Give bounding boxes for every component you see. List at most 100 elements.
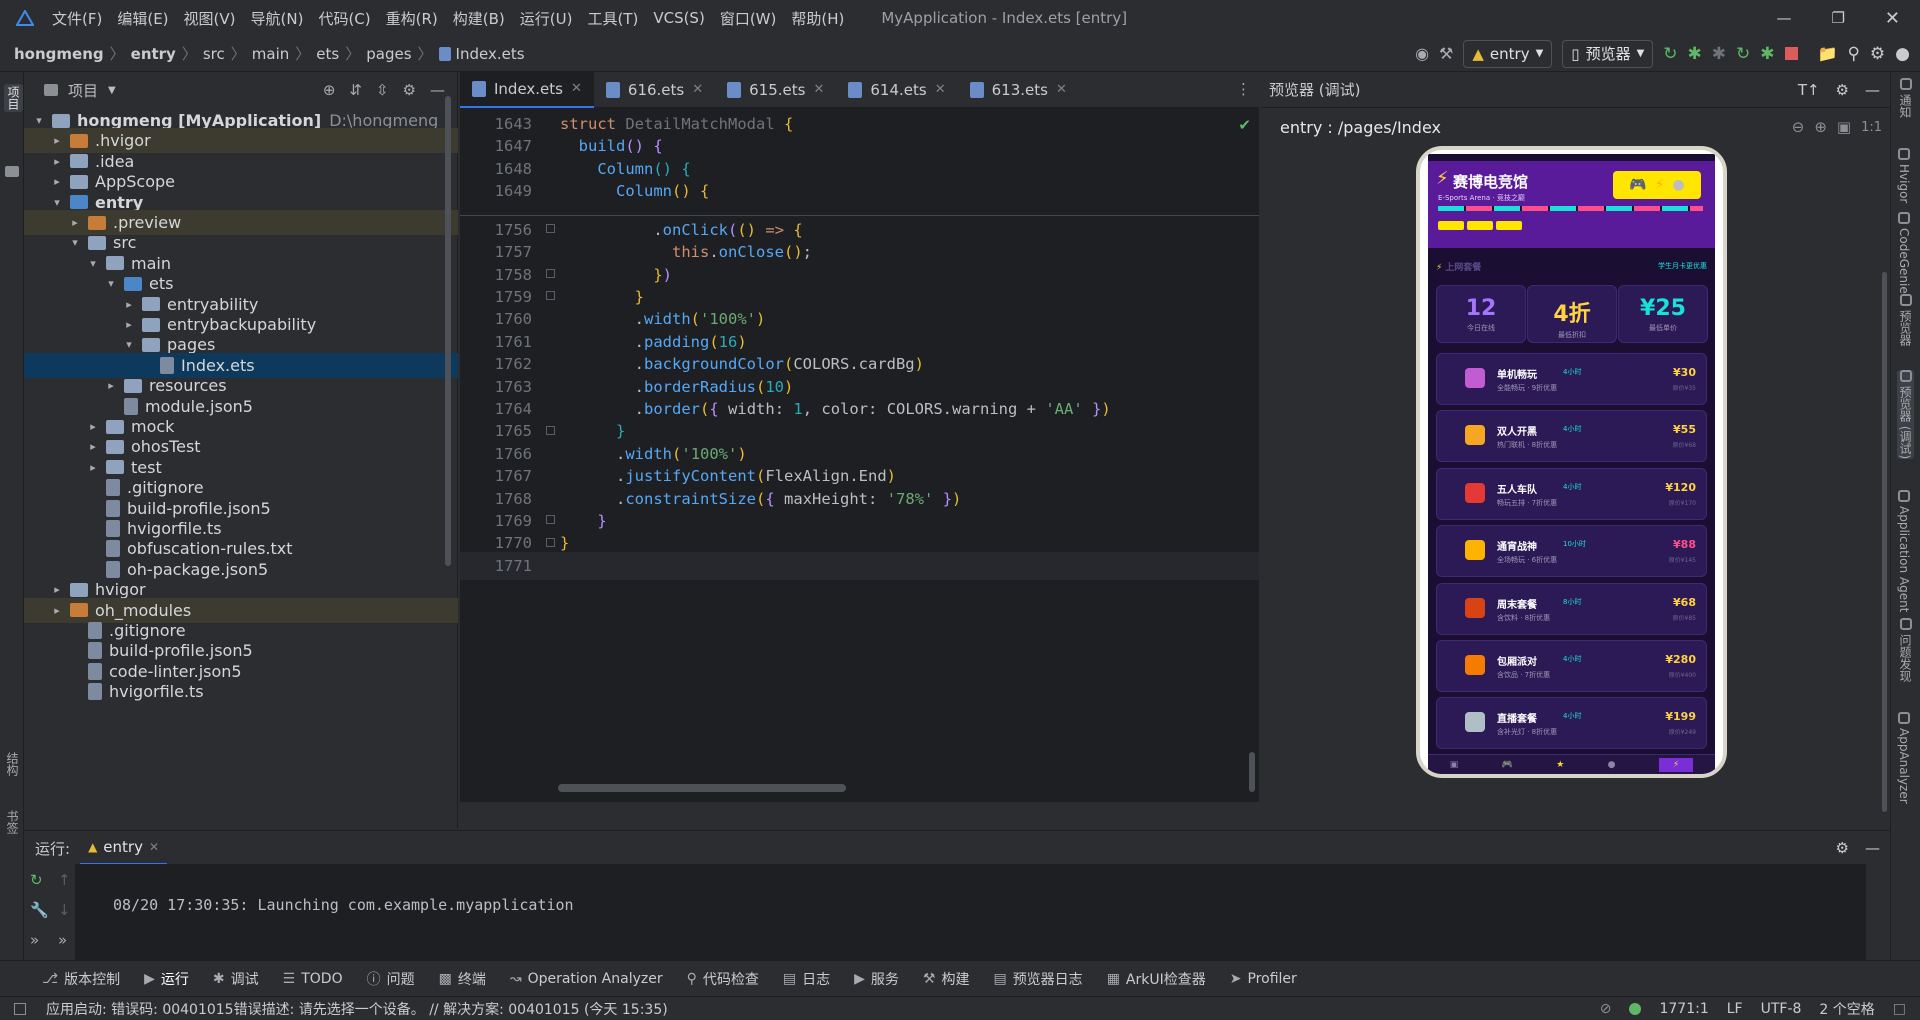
attach-icon[interactable]: ✱	[1712, 44, 1726, 64]
fold-marker-icon[interactable]	[546, 291, 555, 301]
breadcrumb-item[interactable]: main	[252, 45, 289, 63]
scroll-up-icon[interactable]: ↑	[58, 871, 71, 889]
bookmarks-tool-button[interactable]: 书签	[4, 810, 21, 834]
menu-item[interactable]: 导航(N)	[251, 8, 304, 29]
right-tool-button[interactable]: 通知	[1897, 78, 1914, 118]
menu-item[interactable]: 代码(C)	[318, 8, 370, 29]
close-tab-icon[interactable]: ✕	[149, 840, 159, 854]
chevron-down-icon[interactable]: ▾	[122, 338, 136, 351]
chevron-right-icon[interactable]: ▸	[122, 318, 136, 331]
right-tool-button[interactable]: 问题发现	[1897, 618, 1914, 682]
chevron-right-icon[interactable]: ▸	[86, 440, 100, 453]
bottom-tool-10[interactable]: ⚒ 构建	[923, 969, 970, 989]
folder-icon[interactable]: 📁	[1818, 44, 1838, 63]
bottom-tool-13[interactable]: ➤ Profiler	[1230, 971, 1297, 987]
breadcrumb-item[interactable]: pages	[366, 45, 411, 63]
fold-marker-icon[interactable]	[546, 425, 555, 435]
bottom-tool-2[interactable]: ✱ 调试	[213, 969, 259, 989]
bottom-tool-5[interactable]: ▩ 终端	[439, 969, 486, 989]
more-icon[interactable]: »	[58, 931, 71, 949]
editor-vscrollbar[interactable]	[1249, 752, 1255, 792]
zoom-out-icon[interactable]: ⊖	[1792, 118, 1805, 136]
bottom-tool-8[interactable]: ▤ 日志	[783, 969, 830, 989]
scroll-down-icon[interactable]: ↓	[58, 901, 71, 919]
menu-item[interactable]: 窗口(W)	[720, 8, 777, 29]
tab-613-ets[interactable]: 613.ets ✕	[958, 72, 1079, 108]
chevron-down-icon[interactable]: ▾	[68, 236, 82, 249]
stop-icon[interactable]	[1784, 47, 1798, 60]
reload-icon[interactable]: ↻	[1736, 44, 1750, 64]
menu-item[interactable]: 编辑(E)	[117, 8, 168, 29]
breadcrumb-item[interactable]: hongmeng	[14, 45, 104, 63]
package-card[interactable]: 直播套餐 4小时 含补光灯 · 8折优惠 ¥199 原价¥249	[1436, 697, 1707, 750]
chevron-right-icon[interactable]: ▸	[104, 379, 118, 392]
chevron-right-icon[interactable]: ▸	[86, 420, 100, 433]
search-icon[interactable]: ⚲	[1847, 44, 1859, 64]
cursor-position[interactable]: 1771:1	[1659, 1001, 1708, 1017]
breadcrumb-item[interactable]: entry	[131, 45, 176, 63]
chevron-right-icon[interactable]: ▸	[50, 155, 64, 168]
line-separator[interactable]: LF	[1727, 1001, 1743, 1017]
zoom-in-icon[interactable]: ⊕	[1814, 118, 1827, 136]
bottom-tool-9[interactable]: ▶ 服务	[854, 969, 899, 989]
status-toggle-icon[interactable]	[14, 1002, 26, 1015]
right-tool-button[interactable]: 预览器 (调试)	[1897, 370, 1914, 460]
menu-item[interactable]: 重构(R)	[386, 8, 438, 29]
fold-marker-icon[interactable]	[546, 268, 555, 278]
tab-user-icon[interactable]: ●	[1608, 760, 1616, 770]
chevron-right-icon[interactable]: ▸	[50, 604, 64, 617]
lock-icon[interactable]: □	[1893, 1001, 1906, 1017]
tab-Index-ets[interactable]: Index.ets ✕	[460, 71, 594, 108]
breadcrumb-item[interactable]: src	[203, 45, 225, 63]
tree-item[interactable]: hvigorfile.ts	[24, 679, 458, 704]
more-icon[interactable]: »	[30, 931, 49, 949]
one-to-one-icon[interactable]: 1:1	[1861, 120, 1882, 135]
tab-bolt-icon[interactable]: ⚡	[1658, 757, 1694, 772]
package-card[interactable]: 包厢派对 4小时 含饮品 · 7折优惠 ¥280 原价¥400	[1436, 640, 1707, 692]
tab-game-icon[interactable]: 🎮	[1502, 760, 1513, 770]
code-line[interactable]: 1649 Column() {	[460, 177, 1259, 205]
fold-marker-icon[interactable]	[546, 515, 555, 525]
tree-scrollbar[interactable]	[445, 96, 451, 566]
font-icon[interactable]: T↑	[1798, 81, 1820, 99]
menu-item[interactable]: 运行(U)	[520, 8, 573, 29]
target-icon[interactable]: ◉	[1415, 44, 1429, 63]
bottom-tool-7[interactable]: ⚲ 代码检查	[687, 969, 759, 989]
chevron-right-icon[interactable]: ▸	[122, 298, 136, 311]
right-tool-button[interactable]: CodeGenie	[1897, 212, 1911, 294]
package-card[interactable]: 五人车队 4小时 畅玩五排 · 7折优惠 ¥120 原价¥170	[1436, 467, 1707, 520]
device-select[interactable]: ▯ 预览器 ▼	[1562, 39, 1654, 68]
device-preview[interactable]: ⚡ 赛博电竞馆 E-Sports Arena · 竞技之巅 🎮 ⚡ ● ⚡ 上网…	[1416, 146, 1727, 778]
close-tab-icon[interactable]: ✕	[692, 82, 703, 97]
chevron-right-icon[interactable]: ▸	[50, 134, 64, 147]
menu-item[interactable]: 帮助(H)	[791, 8, 844, 29]
debug-icon[interactable]: ✱	[1688, 44, 1702, 64]
chevron-down-icon[interactable]: ▾	[86, 257, 100, 270]
hide-panel-icon[interactable]: —	[1865, 839, 1880, 857]
folder-strip-icon[interactable]	[5, 166, 19, 177]
bottom-tool-3[interactable]: ☰ TODO	[283, 971, 343, 987]
chevron-right-icon[interactable]: ▸	[50, 175, 64, 188]
right-tool-button[interactable]: Hvigor	[1897, 148, 1911, 203]
breadcrumb-item[interactable]: Index.ets	[456, 45, 525, 63]
no-device-icon[interactable]: ⊘	[1600, 1001, 1612, 1017]
menu-item[interactable]: 构建(B)	[453, 8, 505, 29]
tabs-more-icon[interactable]: ⋮	[1236, 80, 1251, 98]
close-tab-icon[interactable]: ✕	[935, 82, 946, 97]
preview-scrollbar[interactable]	[1882, 272, 1887, 812]
package-card[interactable]: 周末套餐 8小时 含饮料 · 8折优惠 ¥68 原价¥85	[1436, 582, 1707, 635]
minimize-icon[interactable]: —	[1776, 9, 1791, 27]
status-message[interactable]: 应用启动: 错误码: 00401015错误描述: 请先选择一个设备。 // 解决…	[46, 999, 668, 1019]
package-card[interactable]: 通宵战神 10小时 全场畅玩 · 6折优惠 ¥88 原价¥145	[1436, 525, 1707, 578]
rerun-icon[interactable]: ↻	[30, 871, 49, 889]
hide-panel-icon[interactable]: —	[1865, 81, 1880, 99]
editor-hscrollbar[interactable]	[558, 784, 846, 792]
close-tab-icon[interactable]: ✕	[571, 81, 582, 96]
user-icon[interactable]: ●	[1895, 44, 1910, 64]
close-icon[interactable]: ✕	[1885, 8, 1900, 29]
settings-icon[interactable]: ⚙	[1870, 44, 1885, 64]
right-tool-button[interactable]: Application Agent	[1897, 490, 1911, 612]
package-card[interactable]: 单机畅玩 4小时 全能畅玩 · 9折优惠 ¥30 原价¥35	[1436, 353, 1707, 405]
header-badge[interactable]: 🎮 ⚡ ●	[1613, 171, 1701, 199]
gear-icon[interactable]: ⚙	[1836, 839, 1849, 857]
